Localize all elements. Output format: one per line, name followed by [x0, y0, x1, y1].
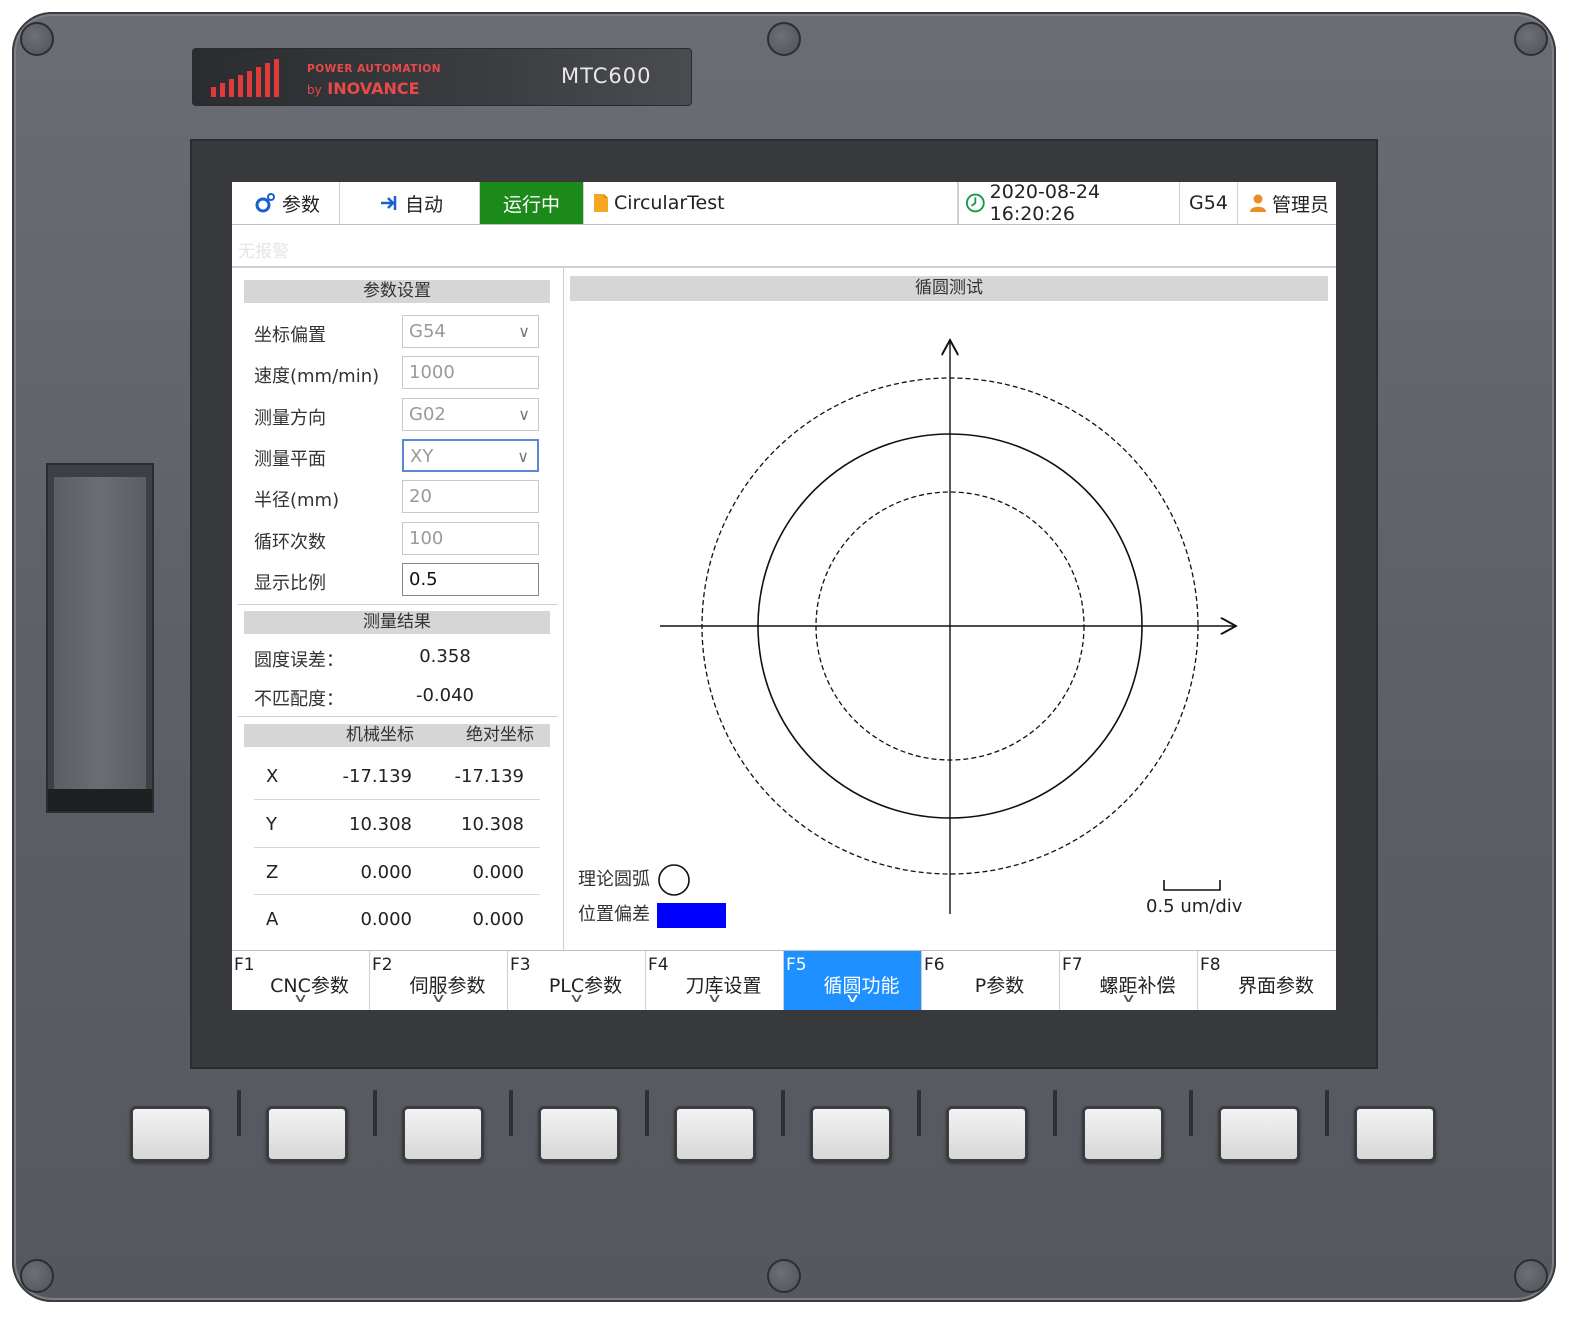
- param-label-scale: 显示比例: [254, 573, 326, 594]
- roundness-label: 圆度误差：: [254, 650, 344, 671]
- circle-plot: [658, 276, 1328, 914]
- hardware-softkey-5[interactable]: [674, 1106, 756, 1162]
- fkey-f5-circle-function[interactable]: F5 循圆功能 ∨: [784, 951, 922, 1010]
- param-label-offset: 坐标偏置: [254, 325, 326, 346]
- cycles-input[interactable]: 100: [402, 522, 539, 555]
- hardware-softkey-8[interactable]: [1082, 1106, 1164, 1162]
- chevron-down-icon: ∨: [518, 405, 530, 424]
- coord-system-display: G54: [1180, 182, 1238, 224]
- params-menu-button[interactable]: 参数: [232, 182, 340, 224]
- clock-icon: [965, 193, 985, 213]
- mode-auto-button[interactable]: 自动: [340, 182, 480, 224]
- file-icon: [594, 194, 608, 212]
- coord-row-y: Y 10.308 10.308: [266, 814, 524, 835]
- alarm-message: 无报警: [238, 242, 289, 262]
- mismatch-label: 不匹配度：: [254, 689, 344, 710]
- screw-icon: [1514, 1259, 1548, 1293]
- hardware-softkey-9[interactable]: [1218, 1106, 1300, 1162]
- coord-row-z: Z 0.000 0.000: [266, 862, 524, 883]
- user-button[interactable]: 管理员: [1238, 182, 1336, 224]
- scale-label: 0.5 um/div: [1146, 896, 1243, 917]
- hardware-softkey-2[interactable]: [266, 1106, 348, 1162]
- model-name: MTC600: [561, 64, 652, 88]
- user-icon: [1250, 194, 1266, 212]
- results-section-header: 测量结果: [244, 611, 550, 634]
- display-scale-input[interactable]: 0.5: [402, 563, 539, 596]
- radius-input[interactable]: 20: [402, 480, 539, 513]
- panel-divider: [563, 268, 564, 950]
- circular-test-panel: 循圆测试 理论圆弧 位置偏差 0.5 um/div: [570, 276, 1328, 948]
- chevron-down-icon: ∨: [517, 447, 529, 466]
- program-name[interactable]: CircularTest: [584, 182, 958, 224]
- datetime-display: 2020-08-24 16:20:26: [958, 182, 1180, 225]
- hardware-softkey-10[interactable]: [1354, 1106, 1436, 1162]
- chevron-down-icon: ∨: [518, 322, 530, 341]
- hardware-softkey-6[interactable]: [810, 1106, 892, 1162]
- param-label-direction: 测量方向: [254, 408, 326, 429]
- key-divider: [509, 1090, 513, 1136]
- legend-deviation-label: 位置偏差: [578, 904, 650, 925]
- param-label-radius: 半径(mm): [254, 490, 340, 511]
- param-label-plane: 测量平面: [254, 449, 326, 470]
- scale-bar-icon: [1163, 880, 1221, 891]
- screw-icon: [20, 22, 54, 56]
- screw-icon: [767, 1259, 801, 1293]
- param-label-speed: 速度(mm/min): [254, 366, 380, 387]
- run-status-badge: 运行中: [480, 182, 584, 224]
- brand-tagline: POWER AUTOMATION: [307, 63, 442, 75]
- brand-logo-icon: [211, 57, 291, 97]
- key-divider: [373, 1090, 377, 1136]
- absolute-coord-header: 绝对坐标: [466, 725, 534, 745]
- brand-name: by INOVANCE: [307, 79, 420, 98]
- deviation-color-swatch: [657, 903, 726, 928]
- screw-icon: [20, 1259, 54, 1293]
- hardware-softkey-7[interactable]: [946, 1106, 1028, 1162]
- mismatch-value: -0.040: [415, 685, 475, 706]
- top-status-bar: 参数 自动 运行中 CircularTest 2020-08-24 16:20:…: [232, 182, 1336, 225]
- function-key-bar: F1 CNC参数 ∨ F2 伺服参数 ∨ F3 PLC参数 ∨ F4 刀库设置 ∨ F5 循圆功能…: [232, 950, 1336, 1010]
- key-divider: [1325, 1090, 1329, 1136]
- hardware-softkey-4[interactable]: [538, 1106, 620, 1162]
- param-label-cycles: 循环次数: [254, 532, 326, 553]
- side-handle: [46, 463, 154, 813]
- key-divider: [917, 1090, 921, 1136]
- plane-select[interactable]: XY ∨: [402, 439, 539, 472]
- key-divider: [781, 1090, 785, 1136]
- theory-legend-icon: [658, 864, 690, 896]
- screw-icon: [767, 22, 801, 56]
- params-section-header: 参数设置: [244, 280, 550, 303]
- key-divider: [1189, 1090, 1193, 1136]
- gear-icon: [255, 193, 275, 213]
- key-divider: [1053, 1090, 1057, 1136]
- direction-select[interactable]: G02 ∨: [402, 398, 539, 431]
- key-divider: [645, 1090, 649, 1136]
- coord-row-a: A 0.000 0.000: [266, 909, 524, 930]
- coord-row-x: X -17.139 -17.139: [266, 766, 524, 787]
- hardware-softkey-3[interactable]: [402, 1106, 484, 1162]
- fkey-f8-ui-params[interactable]: F8 界面参数: [1198, 951, 1336, 1010]
- speed-input[interactable]: 1000: [402, 356, 539, 389]
- key-divider: [237, 1090, 241, 1136]
- hmi-screen: 参数 自动 运行中 CircularTest 2020-08-24 16:20:…: [232, 182, 1336, 1010]
- legend-theory-label: 理论圆弧: [578, 869, 650, 890]
- brand-plate: POWER AUTOMATION by INOVANCE MTC600: [192, 48, 692, 106]
- roundness-value: 0.358: [419, 646, 471, 667]
- fkey-f7-pitch-comp[interactable]: F7 螺距补偿 ∨: [1060, 951, 1198, 1010]
- divider: [232, 266, 1336, 268]
- machine-coord-header: 机械坐标: [346, 725, 414, 745]
- coord-offset-select[interactable]: G54 ∨: [402, 315, 539, 348]
- screw-icon: [1514, 22, 1548, 56]
- auto-mode-icon: [381, 196, 397, 210]
- coords-header: 机械坐标 绝对坐标: [244, 724, 550, 747]
- hardware-softkey-1[interactable]: [130, 1106, 212, 1162]
